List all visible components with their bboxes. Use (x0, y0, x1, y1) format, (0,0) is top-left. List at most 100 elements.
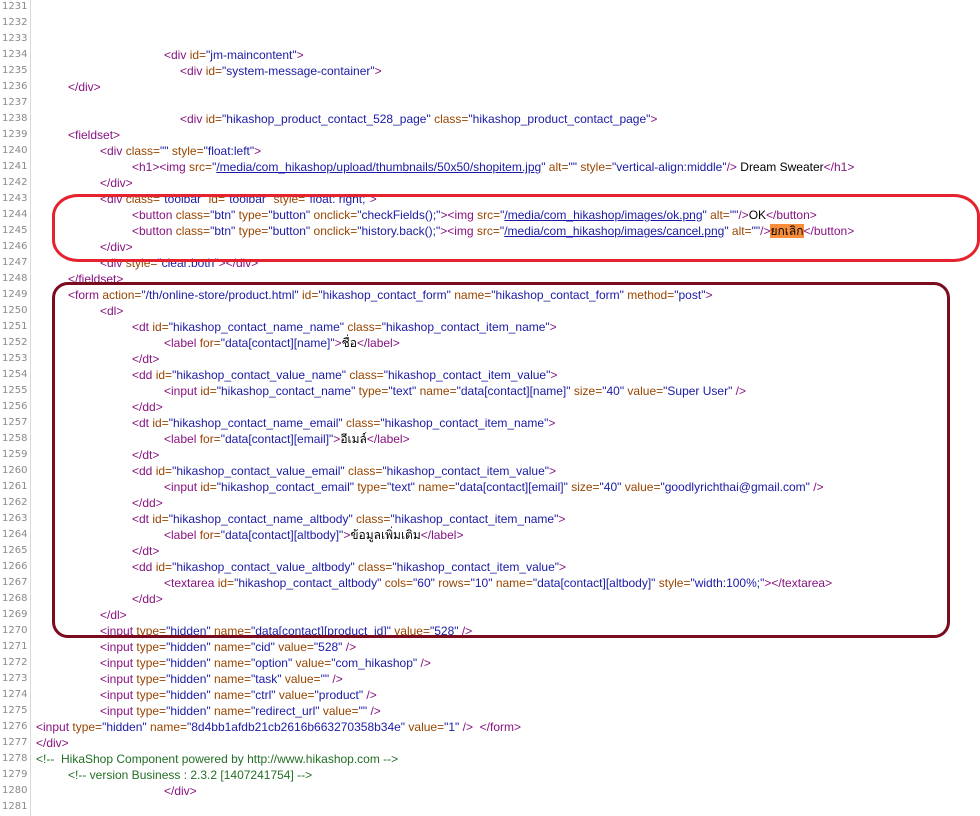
value-token: "data[contact][name]" (456, 384, 571, 398)
value-token: "redirect_url" (251, 704, 320, 718)
value-token: "" (358, 704, 368, 718)
attribute-token: style= (655, 576, 691, 590)
attribute-token: name= (414, 480, 456, 494)
code-text: <dd id="hikashop_contact_value_name" cla… (132, 367, 557, 383)
value-token: "data[contact][altbody]" (532, 576, 656, 590)
tag-token: </button> (803, 224, 855, 238)
attribute-token: class= (344, 464, 383, 478)
code-text: </dd> (132, 591, 163, 607)
tag-token: <dd (132, 560, 156, 574)
url-link[interactable]: /media/com_hikashop/images/cancel.png (504, 224, 724, 238)
value-token: "" (160, 144, 169, 158)
line-number: 1236 (2, 81, 28, 92)
code-line: 1250 <dl> (0, 303, 980, 319)
attribute-token: type= (72, 720, 103, 734)
code-line: 1240 <div class="" style="float:left"> (0, 143, 980, 159)
attribute-token: type= (235, 208, 269, 222)
code-text: <div class="toolbar" id="toolbar" style=… (100, 191, 377, 207)
code-line: 1269 </dl> (0, 607, 980, 623)
code-line: 1241 <h1><img src="/media/com_hikashop/up… (0, 159, 980, 175)
tag-token: <dd (132, 368, 156, 382)
line-number: 1260 (2, 465, 28, 476)
attribute-token: name= (450, 288, 492, 302)
line-number: 1234 (2, 49, 28, 60)
url-link[interactable]: /media/com_hikashop/images/ok.png (504, 208, 702, 222)
attribute-token: action= (102, 288, 142, 302)
code-line: 1270 <input type="hidden" name="data[cont… (0, 623, 980, 639)
tag-token: <input (164, 480, 201, 494)
url-link[interactable]: /media/com_hikashop/upload/thumbnails/50… (216, 160, 541, 174)
tag-token: <input (36, 720, 73, 734)
value-token: "task" (251, 672, 282, 686)
value-token: "hikashop_contact_name_name" (168, 320, 345, 334)
tag-token: <div (100, 144, 126, 158)
code-line: 1247 <div style="clear:both"></div> (0, 255, 980, 271)
value-token: "" (568, 160, 578, 174)
code-line: 1281 (0, 799, 980, 815)
line-number: 1239 (2, 129, 28, 140)
tag-token: <div (100, 256, 126, 270)
code-line: 1239 <fieldset> (0, 127, 980, 143)
code-text: <div class="" style="float:left"> (100, 143, 261, 159)
attribute-token: value= (275, 688, 315, 702)
tag-token: <button (132, 208, 176, 222)
tag-token: /> (809, 480, 824, 494)
code-text: <dl> (100, 303, 123, 319)
code-text: </dd> (132, 399, 163, 415)
tag-token: > (705, 288, 713, 302)
code-line: 1234 <div id="jm-maincontent"> (0, 47, 980, 63)
tag-token: <dt (132, 320, 153, 334)
code-line: 1245 <button class="btn" type="button" on… (0, 223, 980, 239)
code-line: 1278 <!-- HikaShop Component powered by h… (0, 751, 980, 767)
tag-token: <label (164, 528, 200, 542)
line-number: 1263 (2, 513, 28, 524)
attribute-token: cols= (381, 576, 414, 590)
code-text: <input id="hikashop_contact_name" type="… (164, 383, 746, 399)
line-number: 1279 (2, 769, 28, 780)
code-text: <input type="hidden" name="data[contact]… (100, 623, 472, 639)
value-token: "com_hikashop" (331, 656, 418, 670)
attribute-token: id= (152, 416, 169, 430)
attribute-token: size= (570, 384, 603, 398)
attribute-token: style= (125, 256, 158, 270)
tag-token: <input (100, 656, 137, 670)
code-text: <dt id="hikashop_contact_name_name" clas… (132, 319, 557, 335)
tag-token: </dt> (132, 352, 160, 366)
attribute-token: class= (344, 320, 382, 334)
code-text: <!-- version Business : 2.3.2 [140724175… (68, 767, 312, 783)
tag-token: /> (458, 624, 473, 638)
value-token: "hikashop_contact_email" (216, 480, 355, 494)
value-token: "float:left" (203, 144, 255, 158)
tag-token: </div> (164, 784, 197, 798)
line-number: 1235 (2, 65, 28, 76)
value-token: "10" (470, 576, 493, 590)
attribute-token: type= (235, 224, 269, 238)
value-token: "system-message-container" (222, 64, 375, 78)
tag-token: </div> (100, 240, 133, 254)
code-text: <form action="/th/online-store/product.h… (68, 287, 712, 303)
code-text: <button class="btn" type="button" onclic… (132, 223, 854, 239)
code-line: 1255 <input id="hikashop_contact_name" ty… (0, 383, 980, 399)
attribute-token: type= (136, 688, 167, 702)
attribute-token: id= (205, 112, 223, 126)
attribute-token: value= (292, 656, 332, 670)
code-text: <input type="hidden" name="redirect_url"… (100, 703, 381, 719)
attribute-token: name= (210, 672, 251, 686)
code-line: 1262 </dd> (0, 495, 980, 511)
tag-token: > (549, 464, 557, 478)
code-text: <div style="clear:both"></div> (100, 255, 258, 271)
tag-token: <input (100, 624, 137, 638)
line-number: 1270 (2, 625, 28, 636)
attribute-token: id= (189, 48, 207, 62)
value-token: "hidden" (166, 656, 211, 670)
line-number: 1257 (2, 417, 28, 428)
code-text: </div> (68, 79, 101, 95)
value-token: "hidden" (166, 624, 211, 638)
code-line: 1244 <button class="btn" type="button" on… (0, 207, 980, 223)
value-token: "text" (388, 384, 417, 398)
source-code-view[interactable]: 1231 1232 1233 1234 <div id="jm-maincontent"… (0, 0, 980, 815)
code-line: 1274 <input type="hidden" name="ctrl" val… (0, 687, 980, 703)
value-token: "528" (313, 640, 343, 654)
tag-token: <label (164, 336, 200, 350)
code-line: 1275 <input type="hidden" name="redirect_… (0, 703, 980, 719)
